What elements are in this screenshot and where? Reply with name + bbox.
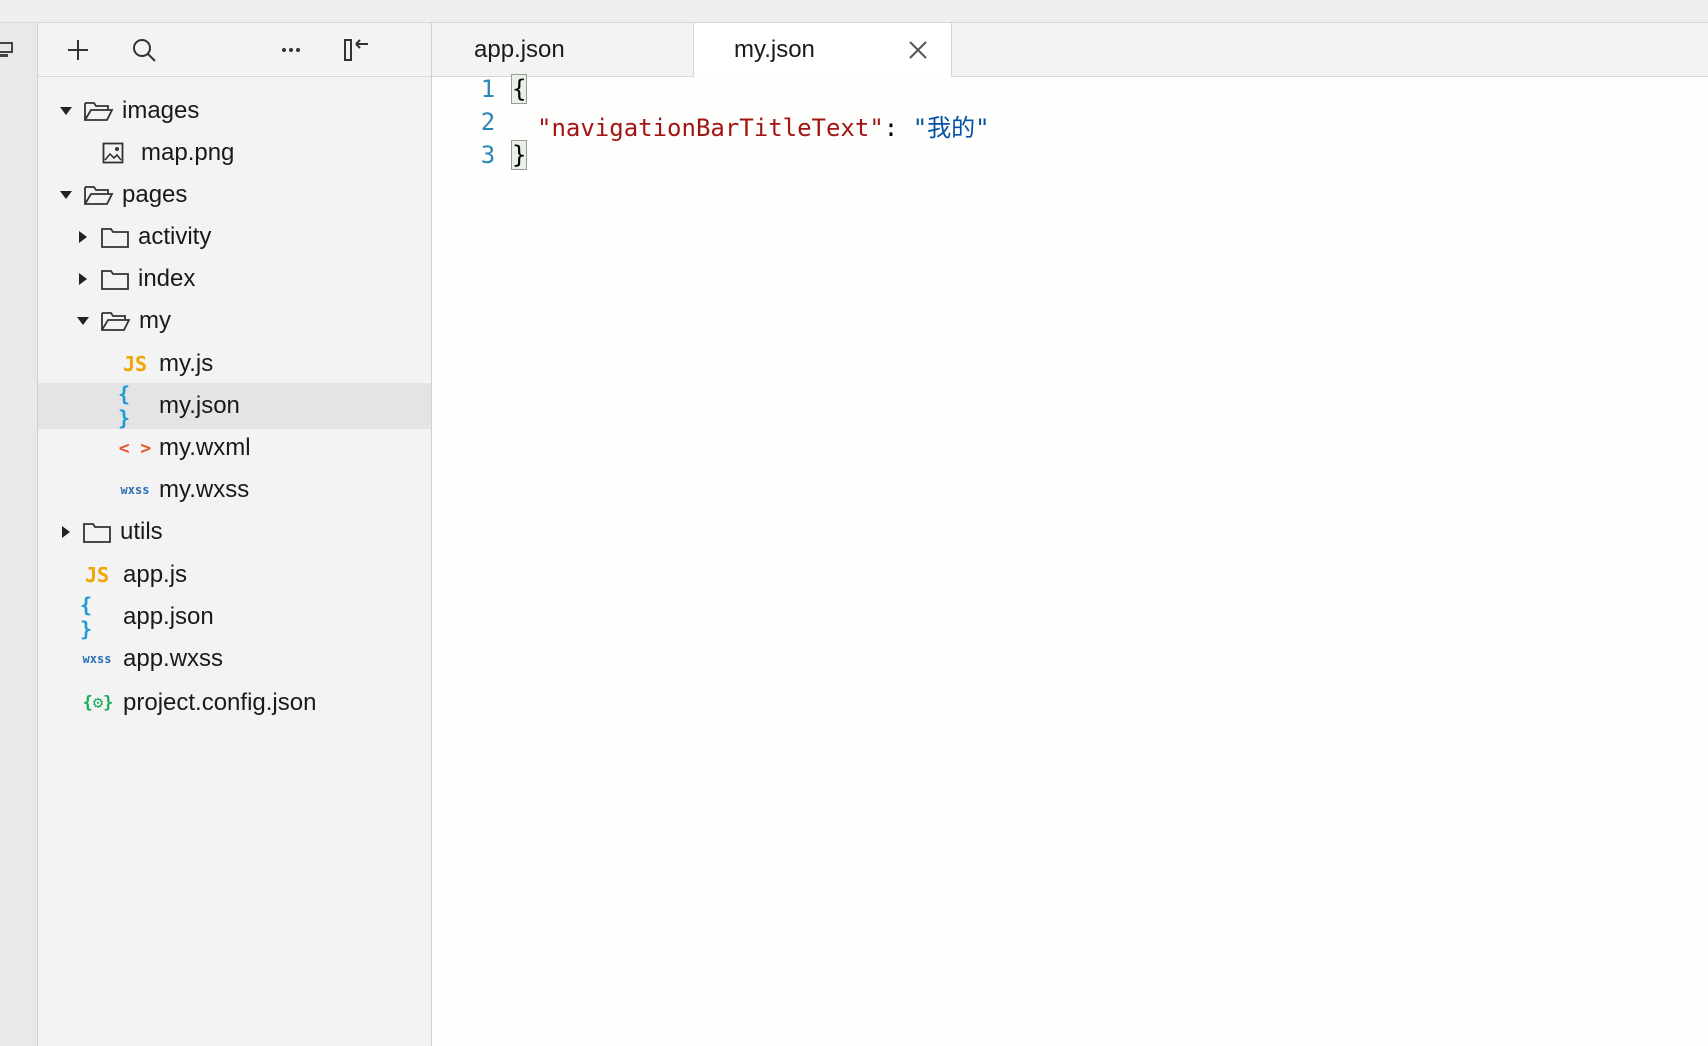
tree-item-label: project.config.json xyxy=(123,689,317,716)
config-file-icon: {⚙} xyxy=(82,693,114,713)
tree-item-label: app.js xyxy=(123,561,188,588)
folder-open-icon xyxy=(84,184,114,206)
tree-item-label: activity xyxy=(138,223,212,250)
caret-down-icon xyxy=(60,191,72,199)
more-button[interactable] xyxy=(275,34,307,66)
tree-file-my-json[interactable]: { } my.json xyxy=(38,382,431,430)
caret-right-icon xyxy=(79,273,87,285)
tree-file-my-wxss[interactable]: wxss my.wxss xyxy=(38,467,431,513)
js-file-icon: JS xyxy=(84,563,110,587)
explorer-toolbar xyxy=(38,23,431,77)
panel-toggle-icon[interactable] xyxy=(0,41,16,59)
line-number: 1 xyxy=(480,75,496,103)
js-file-icon: JS xyxy=(122,352,148,376)
caret-right-icon xyxy=(62,526,70,538)
tab-label: app.json xyxy=(474,35,565,63)
editor-tab-bar: app.json my.json xyxy=(432,23,1708,77)
wxss-file-icon: wxss xyxy=(82,652,112,666)
close-brace: } xyxy=(510,140,528,170)
tree-file-app-wxss[interactable]: wxss app.wxss xyxy=(38,636,431,682)
folder-open-icon xyxy=(101,310,131,332)
tree-item-label: pages xyxy=(122,181,188,208)
tree-file-project-config-json[interactable]: {⚙} project.config.json xyxy=(38,680,431,726)
activity-rail xyxy=(0,23,38,1046)
tree-item-label: my.wxml xyxy=(159,434,251,461)
wxml-file-icon: < > xyxy=(118,437,152,459)
folder-open-icon xyxy=(84,100,114,122)
caret-down-icon xyxy=(77,317,89,325)
tree-file-my-wxml[interactable]: < > my.wxml xyxy=(38,425,431,471)
collapse-panel-icon xyxy=(344,39,368,61)
tree-item-label: my.json xyxy=(159,392,240,419)
plus-icon xyxy=(68,40,88,60)
tree-item-label: index xyxy=(138,265,196,292)
tree-file-app-json[interactable]: { } app.json xyxy=(38,593,431,641)
caret-right-icon xyxy=(79,231,87,243)
tab-app-json[interactable]: app.json xyxy=(432,23,694,76)
tree-file-my-js[interactable]: JS my.js xyxy=(38,341,431,387)
tree-item-label: map.png xyxy=(141,139,235,166)
tree-item-label: utils xyxy=(120,518,163,545)
tree-item-label: my.wxss xyxy=(159,476,250,503)
image-file-icon xyxy=(102,142,124,164)
json-key: "navigationBarTitleText" xyxy=(537,114,884,142)
caret-down-icon xyxy=(60,107,72,115)
tree-item-label: my xyxy=(139,307,171,334)
tree-file-map-png[interactable]: map.png xyxy=(38,130,431,176)
tree-folder-my[interactable]: my xyxy=(38,298,431,344)
line-number: 2 xyxy=(480,108,496,136)
code-line-3: } xyxy=(510,140,528,170)
folder-icon xyxy=(83,521,111,543)
tree-folder-utils[interactable]: utils xyxy=(38,509,431,555)
tree-folder-index[interactable]: index xyxy=(38,256,431,302)
json-string-value: "我的" xyxy=(912,114,990,142)
open-brace: { xyxy=(510,74,528,104)
search-button[interactable] xyxy=(128,34,160,66)
tree-folder-images[interactable]: images xyxy=(38,88,431,134)
file-explorer: images map.png pages activity index my J… xyxy=(38,23,432,1046)
close-icon[interactable] xyxy=(907,39,929,61)
folder-icon xyxy=(101,226,129,248)
search-icon xyxy=(133,39,156,62)
wxss-file-icon: wxss xyxy=(120,483,150,497)
tree-file-app-js[interactable]: JS app.js xyxy=(38,552,431,598)
collapse-sidebar-button[interactable] xyxy=(341,34,373,66)
line-number: 3 xyxy=(480,141,496,169)
ellipsis-icon xyxy=(282,48,300,52)
folder-icon xyxy=(101,268,129,290)
tab-my-json[interactable]: my.json xyxy=(694,23,952,77)
tree-item-label: images xyxy=(122,97,200,124)
json-file-icon: { } xyxy=(80,593,93,641)
tree-item-label: app.wxss xyxy=(123,645,224,672)
tree-folder-pages[interactable]: pages xyxy=(38,172,431,218)
top-menu-bar xyxy=(0,0,1708,23)
tree-item-label: my.js xyxy=(159,350,214,377)
code-line-2: "navigationBarTitleText": "我的" xyxy=(537,108,990,143)
json-colon: : xyxy=(883,114,913,142)
code-line-1: { xyxy=(510,74,528,104)
new-file-button[interactable] xyxy=(62,34,94,66)
code-editor[interactable]: 1 2 3 { "navigationBarTitleText": "我的" } xyxy=(432,74,1708,1046)
tree-folder-activity[interactable]: activity xyxy=(38,214,431,260)
json-file-icon: { } xyxy=(118,382,131,430)
tab-label: my.json xyxy=(734,36,815,63)
tree-item-label: app.json xyxy=(123,603,214,630)
